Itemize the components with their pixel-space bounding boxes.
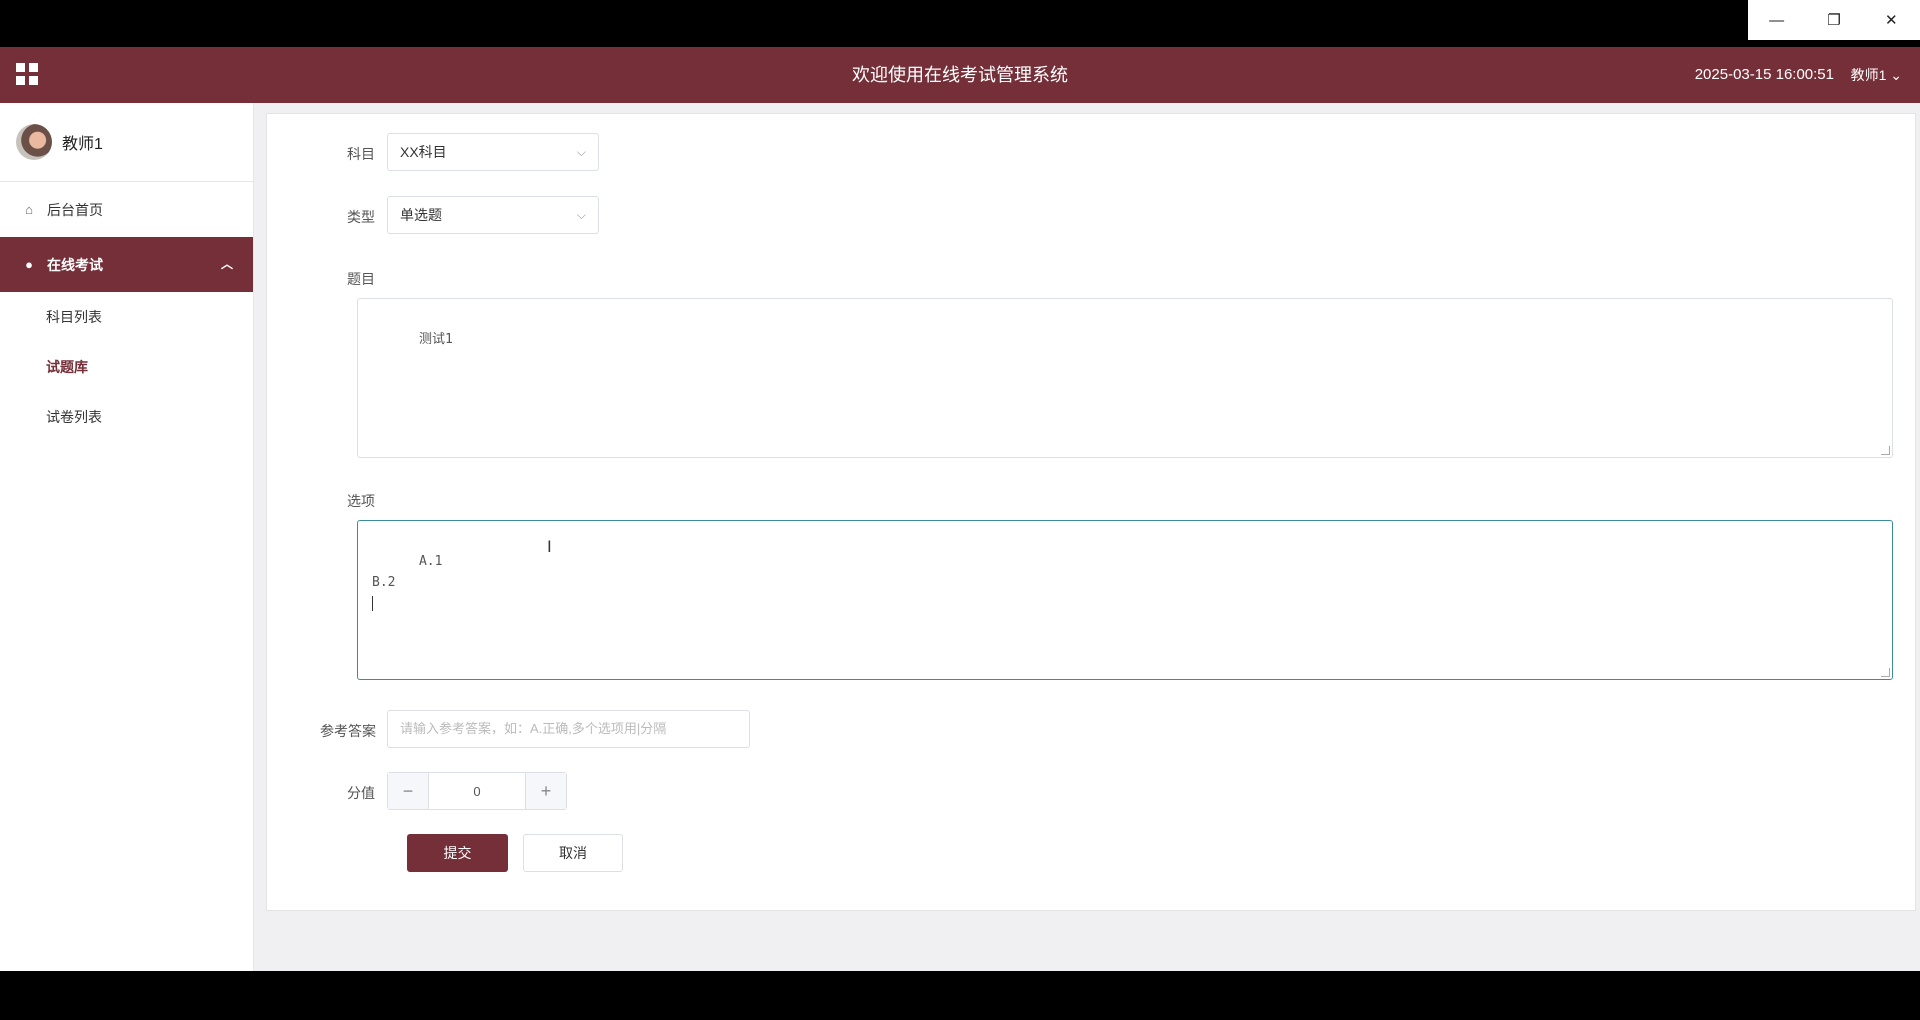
chevron-down-icon: ⌵ bbox=[576, 145, 586, 159]
app: 欢迎使用在线考试管理系统 2025-03-15 16:00:51 教师1 ⌄ 教… bbox=[0, 47, 1920, 971]
text-caret bbox=[372, 596, 373, 611]
options-text: A.1 B.2 bbox=[372, 554, 443, 590]
score-value[interactable]: 0 bbox=[428, 773, 526, 809]
profile-name: 教师1 bbox=[62, 136, 103, 153]
datetime-display: 2025-03-15 16:00:51 bbox=[1694, 66, 1834, 83]
options-label: 选项 bbox=[347, 493, 375, 509]
top-header: 欢迎使用在线考试管理系统 2025-03-15 16:00:51 教师1 ⌄ bbox=[0, 47, 1920, 103]
sidebar-item-subject-list[interactable]: 科目列表 bbox=[0, 292, 253, 342]
sidebar-item-question-bank[interactable]: 试题库 bbox=[0, 342, 253, 392]
profile: 教师1 bbox=[0, 103, 253, 182]
question-textarea[interactable]: 测试1 bbox=[357, 298, 1893, 458]
sidebar-item-label: 后台首页 bbox=[47, 201, 103, 218]
subject-label: 科目 bbox=[347, 146, 375, 162]
close-button[interactable]: ✕ bbox=[1863, 0, 1920, 40]
avatar bbox=[16, 124, 52, 160]
user-menu[interactable]: 教师1 ⌄ bbox=[1851, 47, 1902, 103]
answer-label: 参考答案 bbox=[320, 723, 376, 739]
submit-button[interactable]: 提交 bbox=[407, 834, 508, 872]
question-form: 科目 XX科目 ⌵ 类型 单选题 ⌵ 题目 测试1 选项 A.1 B.2 I 参… bbox=[266, 113, 1916, 911]
question-text: 测试1 bbox=[418, 332, 453, 347]
home-icon: ⌂ bbox=[25, 202, 33, 217]
page-title: 欢迎使用在线考试管理系统 bbox=[852, 65, 1068, 85]
question-label: 题目 bbox=[347, 271, 375, 287]
sidebar-item-dashboard[interactable]: ⌂ 后台首页 bbox=[0, 182, 253, 237]
subject-value: XX科目 bbox=[400, 144, 447, 160]
minimize-button[interactable]: — bbox=[1748, 0, 1805, 40]
user-name: 教师1 bbox=[1850, 67, 1887, 83]
chevron-up-icon: ︿ bbox=[220, 257, 233, 271]
decrement-button[interactable]: − bbox=[388, 773, 428, 809]
score-label: 分值 bbox=[347, 785, 375, 801]
score-stepper[interactable]: − 0 + bbox=[387, 772, 567, 810]
options-textarea[interactable]: A.1 B.2 bbox=[357, 520, 1893, 680]
text-cursor-icon: I bbox=[547, 537, 552, 556]
sidebar: 教师1 ⌂ 后台首页 ● 在线考试 ︿ 科目列表 试题库 试卷列表 bbox=[0, 103, 254, 971]
window-titlebar: — ❐ ✕ bbox=[0, 0, 1920, 47]
resize-handle-icon[interactable] bbox=[1881, 668, 1890, 677]
chevron-down-icon: ⌵ bbox=[576, 208, 586, 222]
subject-select[interactable]: XX科目 ⌵ bbox=[387, 133, 599, 171]
bulb-icon: ● bbox=[25, 257, 33, 272]
type-label: 类型 bbox=[347, 209, 375, 225]
restore-button[interactable]: ❐ bbox=[1805, 0, 1862, 40]
chevron-down-icon: ⌄ bbox=[1890, 67, 1902, 83]
sidebar-item-paper-list[interactable]: 试卷列表 bbox=[0, 392, 253, 442]
sidebar-item-label: 在线考试 bbox=[47, 256, 103, 273]
resize-handle-icon[interactable] bbox=[1881, 446, 1890, 455]
cancel-button[interactable]: 取消 bbox=[523, 834, 623, 872]
increment-button[interactable]: + bbox=[526, 773, 566, 809]
type-select[interactable]: 单选题 ⌵ bbox=[387, 196, 599, 234]
answer-input[interactable]: 请输入参考答案，如：A.正确,多个选项用|分隔 bbox=[387, 710, 750, 748]
window-controls: — ❐ ✕ bbox=[1748, 0, 1920, 40]
sidebar-item-online-exam[interactable]: ● 在线考试 ︿ bbox=[0, 237, 253, 292]
type-value: 单选题 bbox=[400, 207, 442, 223]
